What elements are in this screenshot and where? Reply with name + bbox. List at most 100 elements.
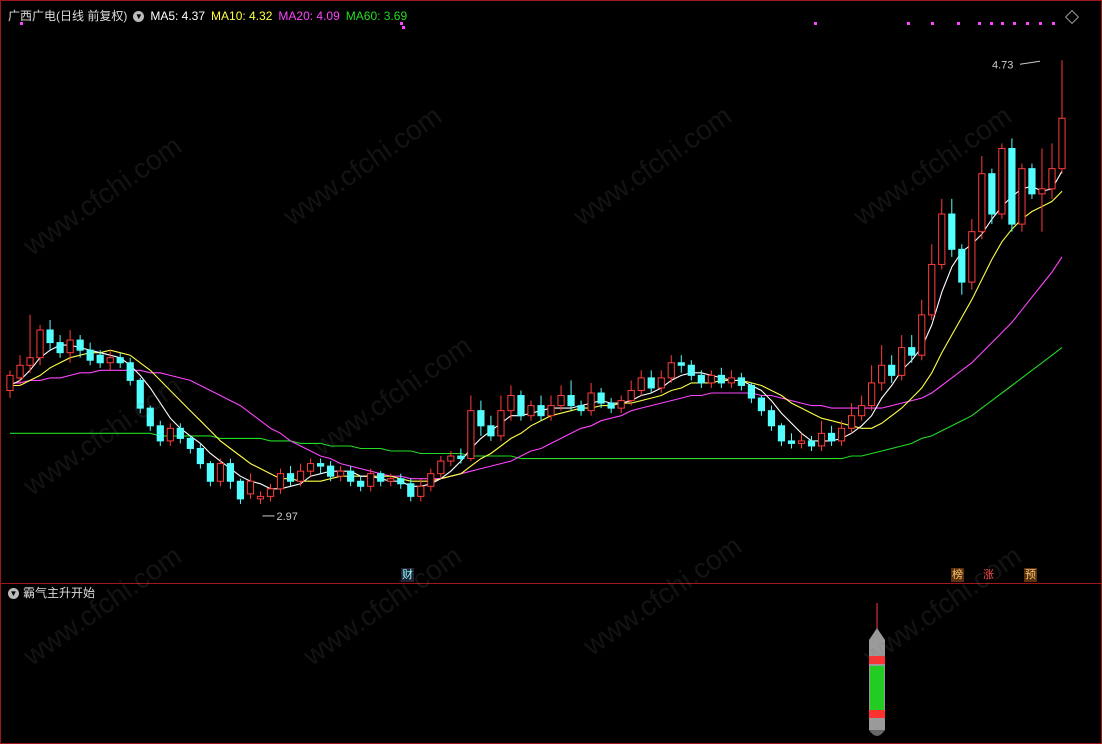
ma20-legend: MA20: 4.09: [278, 9, 340, 23]
candle-body: [196, 447, 204, 465]
candle-body: [186, 437, 194, 449]
candle-body: [657, 377, 665, 389]
candle-body: [286, 473, 295, 482]
candle-body: [827, 432, 836, 442]
candle-body: [66, 339, 74, 354]
indicator-title[interactable]: 霸气主升开始: [23, 585, 95, 601]
indicator-toggle-icon[interactable]: ▼: [8, 587, 19, 599]
candle-body: [487, 425, 495, 437]
kline-chart[interactable]: 2.97 4.73: [0, 0, 1102, 744]
high-arrow: [1019, 60, 1041, 65]
candle-body: [337, 470, 345, 477]
indicator-header: ▼ 霸气主升开始: [8, 585, 95, 601]
candle-body: [988, 173, 996, 215]
candle-body: [1008, 147, 1016, 225]
candle-body: [1028, 168, 1036, 195]
candle-body: [517, 395, 525, 417]
candle-body: [56, 342, 64, 354]
candle-body: [1018, 168, 1026, 225]
candle-body: [306, 463, 315, 472]
candle-body: [717, 374, 725, 384]
low-price-label: 2.97: [276, 511, 297, 523]
candle-body: [537, 405, 545, 417]
candle-body: [507, 395, 515, 412]
candle-body: [457, 455, 465, 460]
chart-header: 广西广电(日线 前复权) ▼ MA5: 4.37 MA10: 4.32 MA20…: [8, 8, 407, 24]
candle-body: [16, 364, 24, 379]
candle-body: [206, 463, 214, 482]
candle-body: [36, 329, 44, 359]
candle-body: [357, 480, 365, 487]
candle-body: [136, 379, 144, 409]
rocket-green-bar: [870, 666, 884, 710]
candle-body: [116, 357, 124, 364]
signal-dot: [978, 22, 981, 25]
signal-dot: [990, 22, 993, 25]
candle-body: [447, 455, 455, 462]
ma60-legend: MA60: 3.69: [345, 9, 408, 23]
candle-body: [607, 402, 615, 409]
candle-body: [397, 478, 405, 485]
candle-body: [587, 392, 595, 412]
candle-body: [1058, 117, 1066, 170]
candle-body: [417, 485, 425, 497]
candle-body: [968, 231, 976, 283]
candle-body: [878, 364, 886, 384]
candle-body: [858, 405, 866, 417]
candle-body: [1048, 168, 1056, 190]
candle-body: [276, 473, 285, 490]
candle-body: [817, 432, 826, 447]
candle-body: [367, 473, 375, 487]
signal-dot: [1026, 22, 1029, 25]
ranking-marker[interactable]: 榜: [951, 568, 964, 582]
rocket-band-top: [869, 656, 885, 664]
candle-body: [727, 377, 735, 384]
candle-body: [407, 483, 415, 497]
candle-body: [747, 384, 756, 399]
signal-dot: [957, 22, 960, 25]
candle-body: [547, 405, 555, 417]
ma10-legend: MA10: 4.32: [211, 9, 273, 23]
candle-body: [6, 374, 14, 391]
stock-title[interactable]: 广西广电(日线 前复权): [8, 8, 127, 24]
candle-body: [577, 405, 585, 412]
candle-body: [767, 410, 776, 427]
candle-body: [26, 357, 34, 366]
candle-body: [958, 248, 966, 283]
limit-up-marker[interactable]: 涨: [982, 568, 995, 582]
collapse-toggle-icon[interactable]: ▼: [133, 10, 145, 22]
signal-dot: [814, 22, 817, 25]
candle-body: [918, 314, 926, 356]
candle-body: [387, 478, 395, 482]
signal-dot: [1001, 22, 1004, 25]
candle-body: [106, 357, 114, 364]
signal-dot: [1039, 22, 1042, 25]
candle-body: [216, 463, 225, 482]
forecast-marker[interactable]: 预: [1024, 568, 1037, 582]
candle-body: [948, 213, 956, 250]
candle-body: [1038, 188, 1046, 195]
candle-body: [437, 460, 445, 475]
candle-body: [637, 377, 645, 391]
rocket-nose: [869, 628, 885, 640]
candle-body: [176, 427, 184, 439]
candle-body: [166, 427, 174, 442]
rocket-band-bottom: [869, 710, 885, 718]
candle-body: [467, 410, 475, 460]
candle-body: [737, 377, 745, 386]
candle-body: [327, 465, 335, 477]
candle-body: [757, 397, 766, 412]
candle-body: [126, 362, 134, 381]
signal-dot: [1013, 22, 1016, 25]
candle-body: [557, 395, 565, 407]
finance-marker[interactable]: 财: [401, 568, 414, 582]
candle-body: [797, 440, 806, 444]
candle-body: [597, 392, 605, 404]
candle-body: [707, 374, 715, 384]
candle-body: [236, 480, 245, 500]
candle-body: [46, 329, 54, 344]
candle-body: [146, 407, 154, 427]
candle-body: [96, 354, 104, 364]
candle-body: [898, 347, 906, 376]
candle-body: [787, 440, 796, 444]
